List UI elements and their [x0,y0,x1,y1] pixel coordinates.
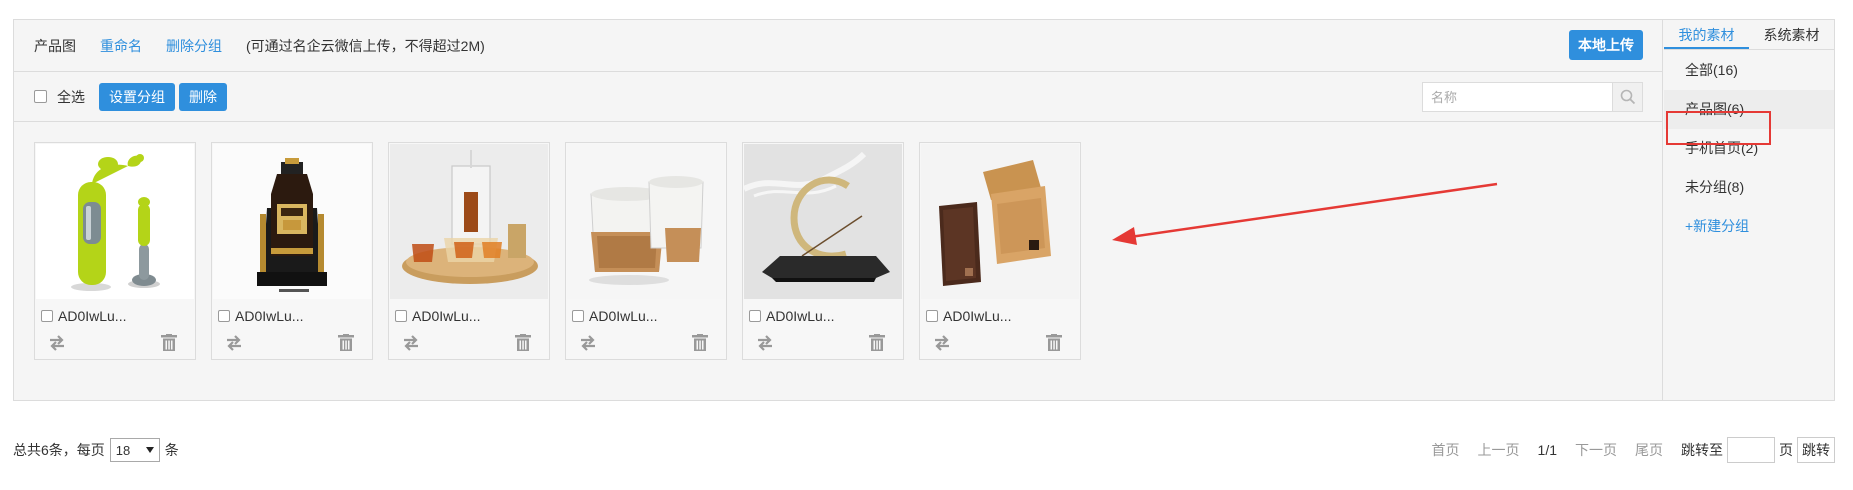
product-image-wooden-cases [921,144,1079,299]
category-ungrouped[interactable]: 未分组(8) [1664,168,1834,207]
current-page: 1/1 [1537,442,1557,458]
move-group-icon[interactable] [933,335,951,351]
tab-my-materials[interactable]: 我的素材 [1664,20,1749,49]
image-card[interactable]: AD0IwLu... [211,142,373,360]
image-card[interactable]: AD0IwLu... [919,142,1081,360]
product-image-tea-set [390,144,548,299]
image-library: 产品图 重命名 删除分组 (可通过名企云微信上传，不得超过2M) 本地上传 全选… [14,20,1663,400]
category-list: 全部(16) 产品图(6) 手机首页(2) 未分组(8) +新建分组 [1664,51,1834,246]
local-upload-button[interactable]: 本地上传 [1569,30,1643,60]
pagination-bar: 总共6条，每页 18 条 首页 上一页 1/1 下一页 尾页 跳转至 页 跳转 [13,437,1835,463]
rename-group-link[interactable]: 重命名 [100,36,142,56]
trash-icon[interactable] [692,334,708,351]
image-thumbnail[interactable] [921,144,1079,299]
pager: 首页 上一页 1/1 下一页 尾页 跳转至 页 跳转 [1414,437,1835,463]
trash-icon[interactable] [869,334,885,351]
jump-to-label: 跳转至 [1681,442,1723,458]
image-name-row: AD0IwLu... [395,308,480,324]
select-all-checkbox[interactable] [34,90,47,103]
action-toolbar: 全选 设置分组 删除 [14,72,1662,122]
trash-icon[interactable] [161,334,177,351]
move-group-icon[interactable] [402,335,420,351]
first-page-link[interactable]: 首页 [1432,440,1460,460]
select-all-label[interactable]: 全选 [57,87,85,107]
next-page-link[interactable]: 下一页 [1575,440,1617,460]
search-input[interactable] [1423,83,1612,111]
image-card[interactable]: AD0IwLu... [565,142,727,360]
category-all[interactable]: 全部(16) [1664,51,1834,90]
page-size-value: 18 [115,442,131,458]
current-group-name: 产品图 [34,37,76,54]
image-thumbnail[interactable] [36,144,194,299]
image-thumbnail[interactable] [213,144,371,299]
image-name: AD0IwLu... [58,308,127,324]
annotation-highlight-box [1666,111,1771,145]
search-icon [1620,89,1635,105]
page-size-suffix: 条 [164,442,179,458]
move-group-icon[interactable] [225,335,243,351]
chevron-down-icon [145,447,154,453]
material-panel: 产品图 重命名 删除分组 (可通过名企云微信上传，不得超过2M) 本地上传 全选… [13,19,1835,401]
delete-button[interactable]: 删除 [179,82,227,111]
page-size-select[interactable]: 18 [109,438,160,462]
set-group-button[interactable]: 设置分组 [99,82,175,111]
search-box [1422,82,1643,112]
jump-button[interactable]: 跳转 [1797,437,1835,463]
image-thumbnail[interactable] [390,144,548,299]
delete-group-link[interactable]: 删除分组 [166,36,222,56]
trash-icon[interactable] [1046,334,1062,351]
image-checkbox[interactable] [926,310,938,322]
trash-icon[interactable] [338,334,354,351]
prev-page-link[interactable]: 上一页 [1478,440,1520,460]
image-name: AD0IwLu... [943,308,1012,324]
tab-system-materials[interactable]: 系统素材 [1749,20,1834,49]
image-checkbox[interactable] [572,310,584,322]
product-image-ceramic-cups [567,144,725,299]
total-count-text: 总共6条，每页 [13,442,105,458]
move-group-icon[interactable] [579,335,597,351]
image-card[interactable]: AD0IwLu... [34,142,196,360]
image-name-row: AD0IwLu... [926,308,1011,324]
image-checkbox[interactable] [218,310,230,322]
image-name-row: AD0IwLu... [572,308,657,324]
material-tabs: 我的素材 系统素材 [1664,20,1834,50]
page-unit-label: 页 [1779,442,1793,458]
move-group-icon[interactable] [756,335,774,351]
new-group-link[interactable]: +新建分组 [1664,207,1834,246]
image-checkbox[interactable] [395,310,407,322]
image-thumbnail[interactable] [567,144,725,299]
group-toolbar: 产品图 重命名 删除分组 (可通过名企云微信上传，不得超过2M) 本地上传 [14,20,1662,72]
product-image-liquor-bottle [213,144,371,299]
image-checkbox[interactable] [41,310,53,322]
last-page-link[interactable]: 尾页 [1635,440,1663,460]
product-image-incense-holder [744,144,902,299]
trash-icon[interactable] [515,334,531,351]
product-image-green-vase [36,144,194,299]
image-name-row: AD0IwLu... [41,308,126,324]
search-button[interactable] [1612,83,1642,111]
image-thumbnail[interactable] [744,144,902,299]
image-name: AD0IwLu... [235,308,304,324]
jump-page-input[interactable] [1727,437,1775,463]
move-group-icon[interactable] [48,335,66,351]
image-name-row: AD0IwLu... [749,308,834,324]
image-card[interactable]: AD0IwLu... [388,142,550,360]
image-name: AD0IwLu... [589,308,658,324]
image-name: AD0IwLu... [766,308,835,324]
image-checkbox[interactable] [749,310,761,322]
image-card[interactable]: AD0IwLu... [742,142,904,360]
category-sidebar: 我的素材 系统素材 全部(16) 产品图(6) 手机首页(2) 未分组(8) +… [1664,20,1834,400]
image-name-row: AD0IwLu... [218,308,303,324]
image-name: AD0IwLu... [412,308,481,324]
upload-hint: (可通过名企云微信上传，不得超过2M) [246,37,485,54]
